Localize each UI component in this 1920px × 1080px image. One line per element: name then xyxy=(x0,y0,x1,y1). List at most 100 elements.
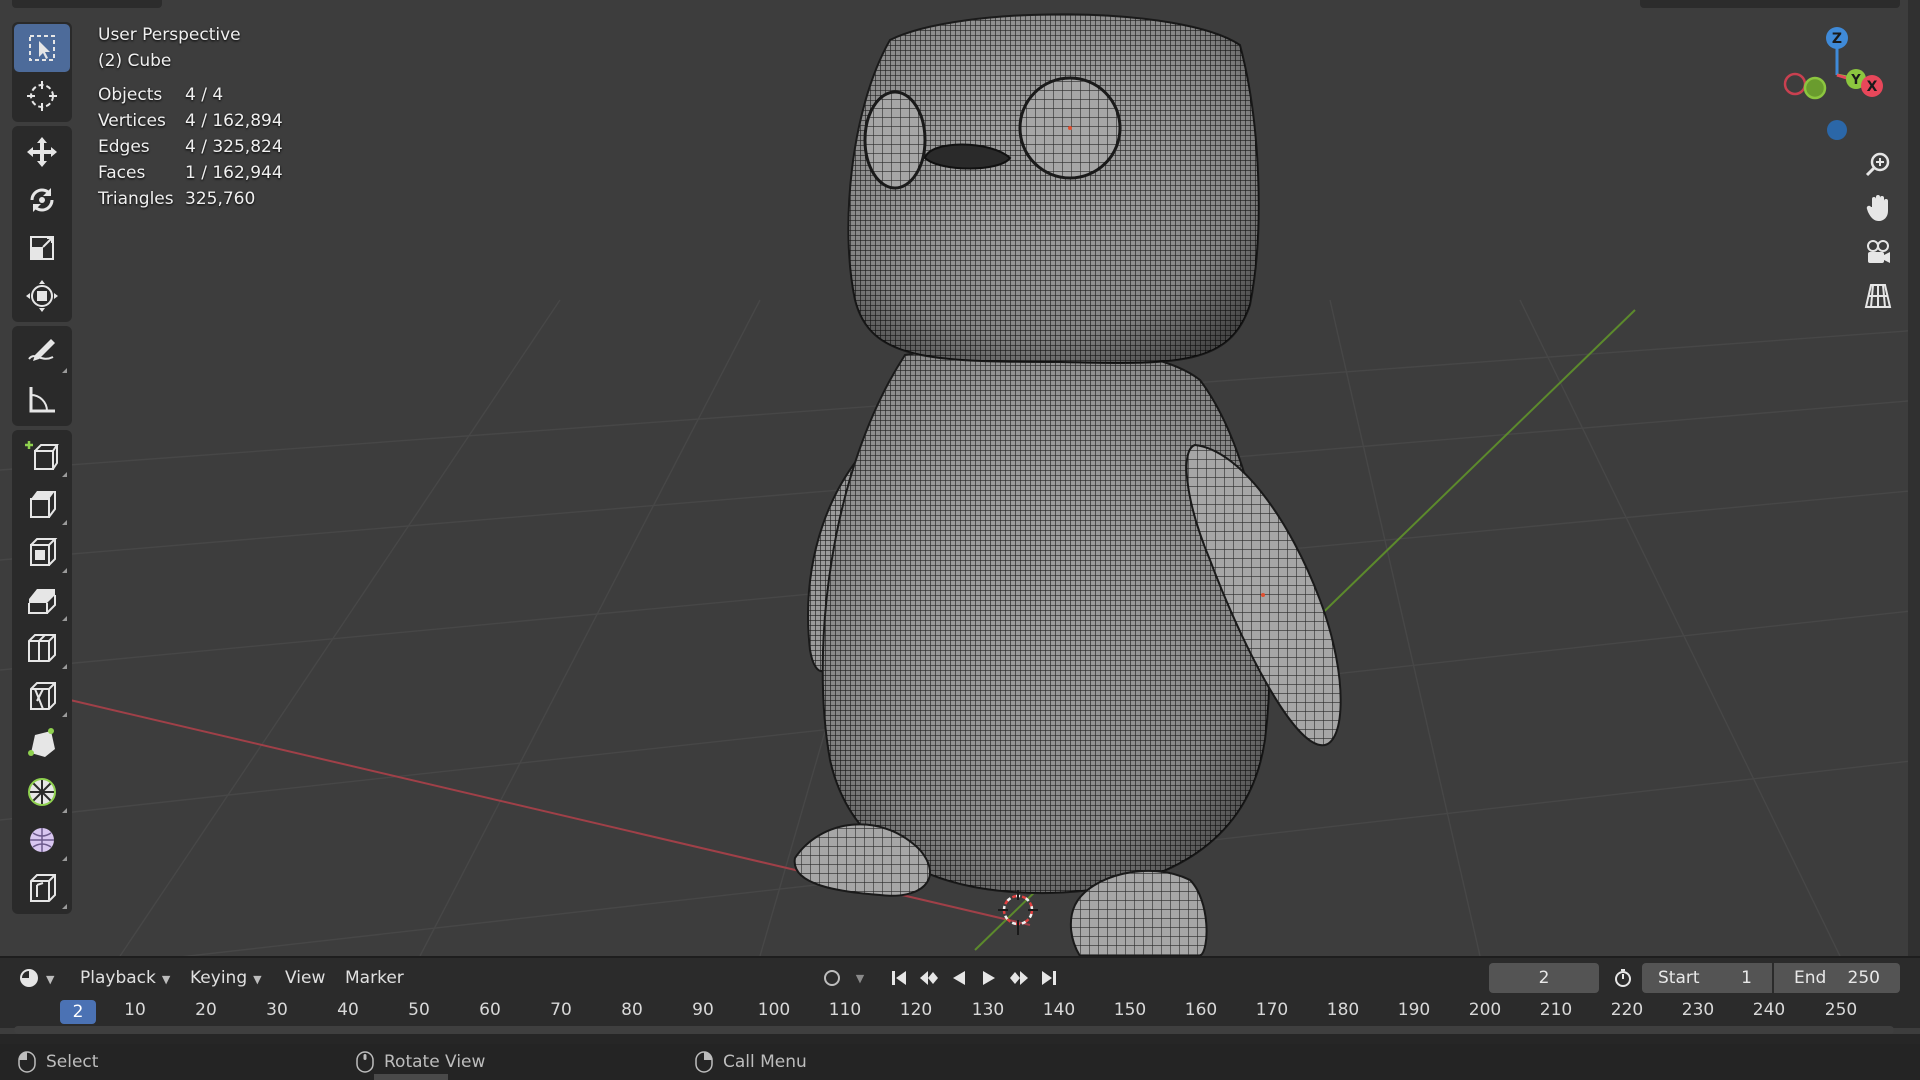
frame-tick: 250 xyxy=(1824,1000,1858,1020)
bevel-tool[interactable] xyxy=(14,576,70,624)
start-frame-field[interactable]: Start 1 xyxy=(1642,963,1772,993)
x-axis-label: X xyxy=(1867,79,1878,95)
tool-group-select xyxy=(12,22,72,122)
frame-tick: 10 xyxy=(124,1000,146,1020)
stat-label: Faces xyxy=(98,163,146,183)
zoom-icon xyxy=(1865,152,1890,177)
penguin-mesh xyxy=(793,13,1342,956)
frame-tick: 120 xyxy=(899,1000,933,1020)
measure-tool[interactable] xyxy=(14,376,70,424)
status-bar: Select Rotate View Call Menu xyxy=(0,1044,1920,1080)
inset-icon xyxy=(30,538,58,566)
camera-view-button[interactable] xyxy=(1858,232,1898,272)
move-icon xyxy=(27,137,57,167)
view-menu[interactable]: View xyxy=(285,964,325,992)
playhead-frame-indicator[interactable]: 2 xyxy=(60,1000,96,1024)
frame-tick: 30 xyxy=(266,1000,288,1020)
jump-keyframe-back-button[interactable] xyxy=(916,965,942,991)
play-button[interactable] xyxy=(976,965,1002,991)
stat-row-edges: Edges 4 / 325,824 xyxy=(98,134,283,160)
mouse-right-icon xyxy=(695,1051,713,1073)
spin-icon xyxy=(28,778,56,806)
status-hint-select: Select xyxy=(18,1044,98,1080)
measure-icon xyxy=(29,387,55,413)
current-frame-field[interactable]: 2 xyxy=(1489,963,1599,993)
auto-keying-toggle[interactable] xyxy=(819,965,845,991)
stat-value: 4 / 4 xyxy=(185,85,224,105)
status-call-menu-label: Call Menu xyxy=(723,1052,807,1072)
loop-cut-tool[interactable] xyxy=(14,624,70,672)
frame-tick: 60 xyxy=(479,1000,501,1020)
play-reverse-button[interactable] xyxy=(946,965,972,991)
region-toggle-strip[interactable] xyxy=(1908,0,1920,956)
smooth-tool[interactable] xyxy=(14,816,70,864)
add-cube-tool[interactable] xyxy=(14,432,70,480)
extrude-tool[interactable] xyxy=(14,480,70,528)
rotate-icon xyxy=(30,188,54,212)
previous-keyframe-icon xyxy=(920,971,938,985)
timeline-header: ▼ Playback ▼ Keying ▼ View Marker ▼ 2 Star… xyxy=(0,956,1920,998)
rotate-tool[interactable] xyxy=(14,176,70,224)
spin-tool[interactable] xyxy=(14,768,70,816)
jump-start-button[interactable] xyxy=(886,965,912,991)
mouse-left-icon xyxy=(18,1051,36,1073)
frame-tick: 140 xyxy=(1042,1000,1076,1020)
inset-tool[interactable] xyxy=(14,528,70,576)
stat-label: Triangles xyxy=(98,189,174,209)
tool-group-annotate xyxy=(12,326,72,426)
stat-row-faces: Faces 1 / 162,944 xyxy=(98,160,283,186)
frame-tick: 220 xyxy=(1610,1000,1644,1020)
editor-type-button[interactable]: ▼ xyxy=(18,964,54,992)
timeline-body[interactable] xyxy=(0,1034,1920,1044)
jump-end-button[interactable] xyxy=(1036,965,1062,991)
frame-tick: 70 xyxy=(550,1000,572,1020)
select-box-tool[interactable] xyxy=(14,24,70,72)
annotate-tool[interactable] xyxy=(14,328,70,376)
ortho-toggle-button[interactable] xyxy=(1858,276,1898,316)
playback-menu[interactable]: Playback ▼ xyxy=(80,964,170,992)
pan-button[interactable] xyxy=(1858,188,1898,228)
end-frame-field[interactable]: End 250 xyxy=(1774,963,1900,993)
poly-build-tool[interactable] xyxy=(14,720,70,768)
extrude-icon xyxy=(30,491,56,518)
stat-row-triangles: Triangles 325,760 xyxy=(98,186,283,212)
zoom-button[interactable] xyxy=(1858,144,1898,184)
shear-icon xyxy=(30,874,56,902)
keying-options-dropdown[interactable]: ▼ xyxy=(847,965,873,991)
frame-tick: 240 xyxy=(1752,1000,1786,1020)
shear-tool[interactable] xyxy=(14,864,70,912)
scene-canvas[interactable] xyxy=(0,0,1920,956)
end-label: End xyxy=(1794,968,1827,988)
frame-tick: 90 xyxy=(692,1000,714,1020)
loop-cut-icon xyxy=(28,634,56,662)
pan-hand-icon xyxy=(1866,195,1888,221)
clock-icon xyxy=(20,969,38,987)
knife-tool[interactable] xyxy=(14,672,70,720)
cursor-tool[interactable] xyxy=(14,72,70,120)
y-axis-label: Y xyxy=(1850,73,1861,88)
timeline-ruler[interactable]: 2 10 20 30 40 50 60 70 80 90 100 110 120… xyxy=(0,996,1920,1028)
marker-menu[interactable]: Marker xyxy=(345,964,404,992)
start-label: Start xyxy=(1658,968,1700,988)
preview-range-toggle[interactable] xyxy=(1610,965,1636,991)
negative-z-axis-handle xyxy=(1827,120,1847,140)
stat-label: Vertices xyxy=(98,111,166,131)
add-cube-icon xyxy=(25,441,59,470)
timeline-scrollbar[interactable] xyxy=(14,1026,1894,1034)
jump-to-start-icon xyxy=(892,971,906,985)
start-value: 1 xyxy=(1741,968,1752,988)
z-axis-label: Z xyxy=(1832,31,1842,47)
keying-menu[interactable]: Keying ▼ xyxy=(190,964,262,992)
chevron-down-icon: ▼ xyxy=(161,973,171,986)
scale-tool[interactable] xyxy=(14,224,70,272)
frame-tick: 40 xyxy=(337,1000,359,1020)
view-name: User Perspective xyxy=(98,25,241,45)
header-tab-strip xyxy=(12,0,162,8)
3d-viewport[interactable]: User Perspective (2) Cube Objects 4 / 4 V… xyxy=(0,0,1920,956)
chevron-down-icon: ▼ xyxy=(253,973,262,986)
move-tool[interactable] xyxy=(14,128,70,176)
jump-keyframe-forward-button[interactable] xyxy=(1006,965,1032,991)
frame-tick: 110 xyxy=(828,1000,862,1020)
transform-tool[interactable] xyxy=(14,272,70,320)
navigation-gizmo[interactable]: Z Y X xyxy=(1770,20,1890,150)
